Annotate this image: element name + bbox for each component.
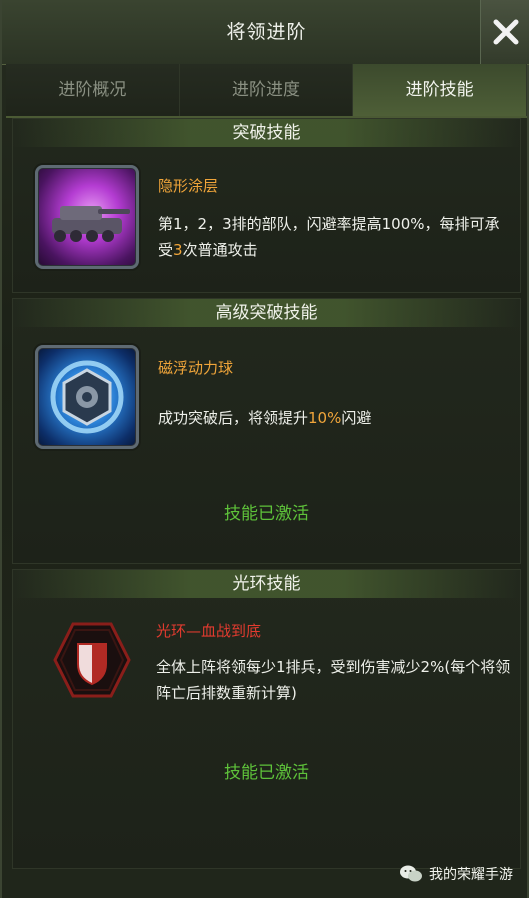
tab-bar: 进阶概况 进阶进度 进阶技能: [6, 64, 528, 118]
shield-hexagon-icon[interactable]: [53, 622, 131, 698]
skill-activated-status: 技能已激活: [224, 504, 309, 524]
tank-graphic: [52, 206, 130, 242]
section-title: 高级突破技能: [13, 299, 520, 327]
title-bar: 将领进阶: [2, 0, 529, 65]
skill-name: 隐形涂层: [158, 177, 219, 195]
stealth-tank-icon[interactable]: [35, 165, 139, 269]
skill-activated-status: 技能已激活: [224, 763, 309, 783]
close-icon: [493, 19, 519, 45]
wechat-icon: [400, 865, 422, 882]
shield-graphic: [53, 622, 131, 698]
close-button[interactable]: [480, 0, 529, 64]
section-title: 光环技能: [13, 570, 520, 598]
tab-skills[interactable]: 进阶技能: [353, 64, 528, 116]
tab-progress[interactable]: 进阶进度: [179, 64, 354, 116]
watermark-text: 我的荣耀手游: [429, 867, 513, 883]
section-title: 突破技能: [13, 119, 520, 147]
aura-skill-section: 光环技能 光环—血战到底 全体上阵将领每少1排兵，受到伤害减少2%(每个将领阵亡…: [12, 569, 521, 869]
maglev-orb-icon[interactable]: [35, 345, 139, 449]
highlight-value: 3: [173, 241, 183, 259]
advanced-breakthrough-section: 高级突破技能 磁浮动力球 成功突破后，将领提升10%闪避 技能已激活: [12, 298, 521, 564]
skill-name: 磁浮动力球: [158, 359, 234, 377]
page-title: 将领进阶: [226, 21, 307, 43]
breakthrough-skill-section: 突破技能 隐形涂层 第1，2，3排的部队，闪避率提高100%，每排可承受3次普通…: [12, 118, 521, 293]
skill-panel: 将领进阶 进阶概况 进阶进度 进阶技能 突破技能 隐形涂层 第1，2，3排的部队…: [0, 0, 529, 898]
skill-description: 全体上阵将领每少1排兵，受到伤害减少2%(每个将领阵亡后排数重新计算): [156, 658, 511, 702]
highlight-value: 10%: [308, 409, 342, 427]
skill-description: 第1，2，3排的部队，闪避率提高100%，每排可承受3次普通攻击: [158, 215, 500, 259]
watermark: 我的荣耀手游: [399, 864, 513, 884]
tab-overview[interactable]: 进阶概况: [6, 64, 180, 116]
skill-name: 光环—血战到底: [156, 622, 262, 640]
skill-description: 成功突破后，将领提升10%闪避: [158, 409, 372, 427]
orb-graphic: [50, 360, 124, 434]
